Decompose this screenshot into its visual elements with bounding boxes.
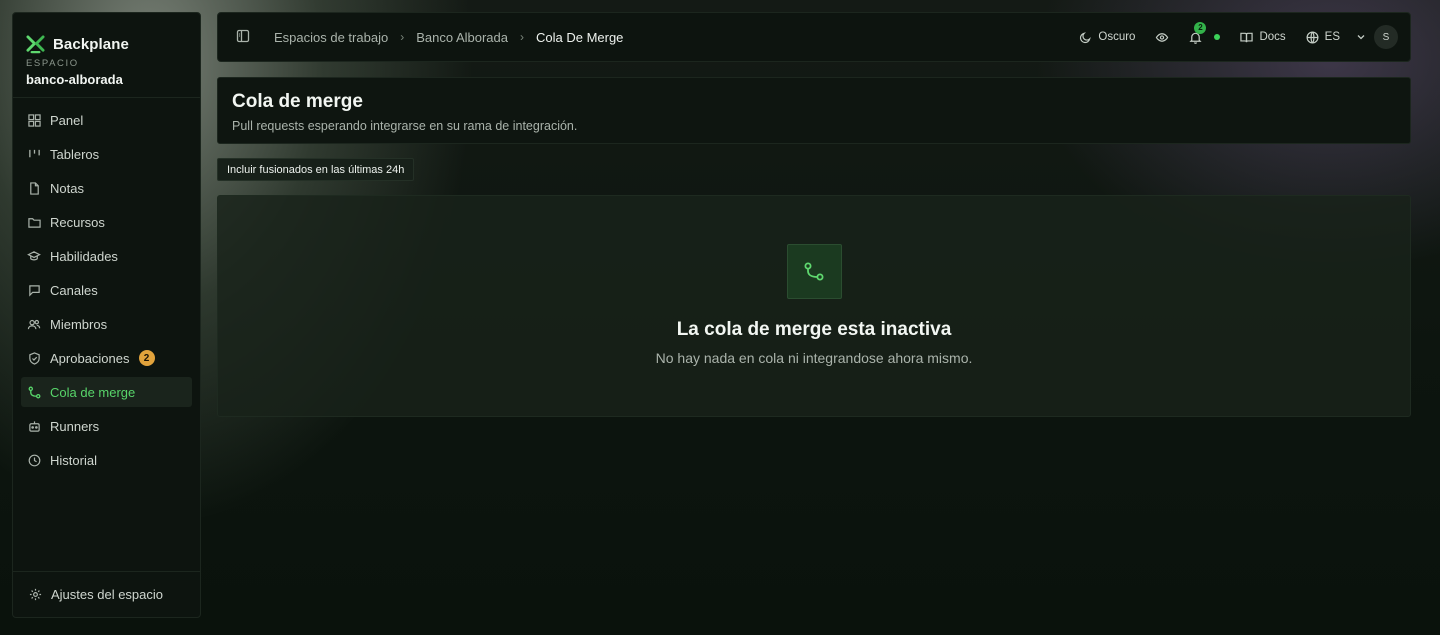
breadcrumb-workspaces[interactable]: Espacios de trabajo <box>274 30 388 45</box>
top-bar: Espacios de trabajo › Banco Alborada › C… <box>217 12 1411 62</box>
sidebar-item-canales[interactable]: Canales <box>21 275 192 305</box>
top-actions: Oscuro 2 Docs ES S <box>1069 21 1398 49</box>
page-subtitle: Pull requests esperando integrarse en su… <box>232 119 578 133</box>
notifications-count-badge: 2 <box>1194 21 1207 34</box>
sidebar-item-label: Historial <box>50 452 97 468</box>
notifications-button[interactable]: 2 <box>1179 21 1212 44</box>
clock-icon <box>27 453 41 467</box>
grid-icon <box>27 113 41 127</box>
merge-queue-empty-state: La cola de merge esta inactiva No hay na… <box>217 195 1411 417</box>
theme-toggle-button[interactable]: Oscuro <box>1069 31 1145 44</box>
book-icon <box>1240 32 1254 42</box>
settings-label: Ajustes del espacio <box>51 587 164 602</box>
chat-icon <box>27 283 41 297</box>
shield-icon <box>27 351 41 365</box>
avatar[interactable]: S <box>1374 25 1398 49</box>
brand[interactable]: Backplane <box>13 13 200 61</box>
sidebar-item-runners[interactable]: Runners <box>21 411 192 441</box>
empty-state-title: La cola de merge esta inactiva <box>676 319 952 340</box>
users-icon <box>27 317 41 331</box>
sidebar: Backplane ESPACIO banco-alborada Panel T… <box>12 12 201 618</box>
language-selector[interactable]: ES <box>1296 31 1354 44</box>
page-header: Cola de merge Pull requests esperando in… <box>217 77 1411 144</box>
backplane-logo-icon <box>26 34 45 53</box>
graduation-cap-icon <box>27 249 41 263</box>
sidebar-item-label: Panel <box>50 112 84 128</box>
space-settings-link[interactable]: Ajustes del espacio <box>13 571 200 617</box>
page-title: Cola de merge <box>232 91 363 112</box>
sidebar-item-label: Canales <box>50 282 98 298</box>
kanban-icon <box>27 147 41 161</box>
sidebar-item-cola-de-merge[interactable]: Cola de merge <box>21 377 192 407</box>
eye-icon <box>1156 32 1169 42</box>
breadcrumb-space[interactable]: Banco Alborada <box>416 30 508 45</box>
account-menu-toggle[interactable] <box>1354 32 1368 42</box>
online-status-dot <box>1214 34 1221 40</box>
brand-name: Backplane <box>53 35 129 53</box>
chevron-right-icon: › <box>400 30 405 44</box>
sidebar-item-notas[interactable]: Notas <box>21 173 192 203</box>
sidebar-item-label: Cola de merge <box>50 384 136 400</box>
bot-icon <box>27 419 41 433</box>
git-merge-icon <box>786 244 842 299</box>
file-icon <box>27 181 41 195</box>
sidebar-item-tableros[interactable]: Tableros <box>21 139 192 169</box>
sidebar-item-label: Recursos <box>50 214 105 230</box>
folder-icon <box>27 215 41 229</box>
sidebar-item-label: Runners <box>50 418 100 434</box>
preview-button[interactable] <box>1145 31 1179 44</box>
chevron-down-icon <box>1357 35 1365 40</box>
include-merged-toggle-button[interactable]: Incluir fusionados en las últimas 24h <box>217 158 415 181</box>
gear-icon <box>29 588 42 601</box>
chevron-right-icon: › <box>519 30 524 44</box>
sidebar-item-label: Miembros <box>50 316 108 332</box>
globe-icon <box>1306 31 1319 43</box>
sidebar-item-label: Tableros <box>50 146 100 162</box>
moon-icon <box>1080 31 1092 43</box>
docs-button[interactable]: Docs <box>1230 31 1295 44</box>
theme-label: Oscuro <box>1098 31 1136 43</box>
space-caption: ESPACIO <box>26 58 79 69</box>
sidebar-item-label: Aprobaciones <box>50 350 130 366</box>
breadcrumb: Espacios de trabajo › Banco Alborada › C… <box>274 30 623 45</box>
space-name: banco-alborada <box>26 72 123 87</box>
sidebar-item-label: Habilidades <box>50 248 118 264</box>
approvals-count-badge: 2 <box>138 350 155 366</box>
sidebar-toggle-icon[interactable] <box>236 29 252 45</box>
git-merge-icon <box>27 385 41 399</box>
space-selector[interactable]: ESPACIO banco-alborada <box>13 58 200 98</box>
breadcrumb-current: Cola De Merge <box>535 29 624 45</box>
sidebar-item-label: Notas <box>50 180 84 196</box>
sidebar-item-aprobaciones[interactable]: Aprobaciones 2 <box>21 343 192 373</box>
sidebar-item-panel[interactable]: Panel <box>21 105 192 135</box>
empty-state-description: No hay nada en cola ni integrandose ahor… <box>655 350 973 366</box>
docs-label: Docs <box>1259 31 1286 43</box>
sidebar-item-recursos[interactable]: Recursos <box>21 207 192 237</box>
sidebar-item-miembros[interactable]: Miembros <box>21 309 192 339</box>
sidebar-item-historial[interactable]: Historial <box>21 445 192 475</box>
sidebar-item-habilidades[interactable]: Habilidades <box>21 241 192 271</box>
sidebar-nav: Panel Tableros Notas Recursos Habilidade… <box>13 98 200 482</box>
language-label: ES <box>1324 31 1340 43</box>
